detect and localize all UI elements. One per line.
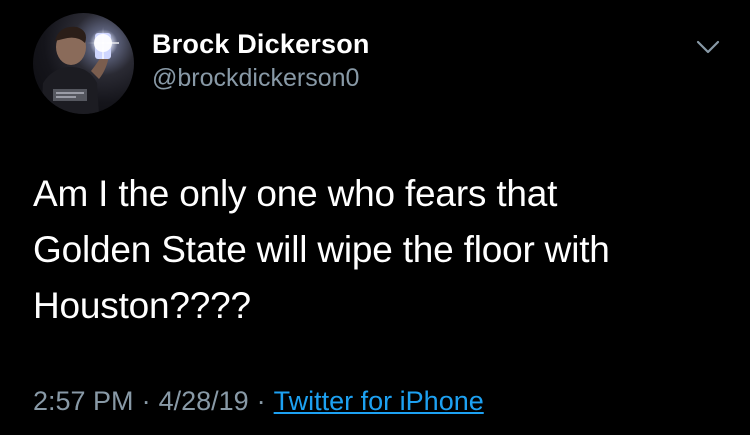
tweet-source-link[interactable]: Twitter for iPhone	[274, 386, 484, 416]
avatar-photo	[41, 26, 119, 114]
tweet-meta: 2:57 PM · 4/28/19 · Twitter for iPhone	[33, 384, 484, 418]
chevron-down-icon[interactable]	[696, 39, 720, 55]
tweet-text-line: Am I the only one who fears that	[33, 173, 558, 214]
meta-separator: ·	[141, 386, 151, 416]
tweet-text: Am I the only one who fears that Golden …	[33, 166, 723, 334]
tweet-date: 4/28/19	[158, 386, 249, 416]
avatar[interactable]	[33, 13, 134, 114]
author-handle[interactable]: @brockdickerson0	[152, 62, 370, 94]
author-display-name[interactable]: Brock Dickerson	[152, 28, 370, 60]
tweet-time: 2:57 PM	[33, 386, 134, 416]
author-info: Brock Dickerson @brockdickerson0	[152, 28, 370, 94]
tweet-text-line: Houston????	[33, 285, 251, 326]
tweet-card: Brock Dickerson @brockdickerson0 Am I th…	[0, 0, 750, 435]
meta-separator: ·	[256, 386, 266, 416]
tweet-text-line: Golden State will wipe the floor with	[33, 229, 610, 270]
